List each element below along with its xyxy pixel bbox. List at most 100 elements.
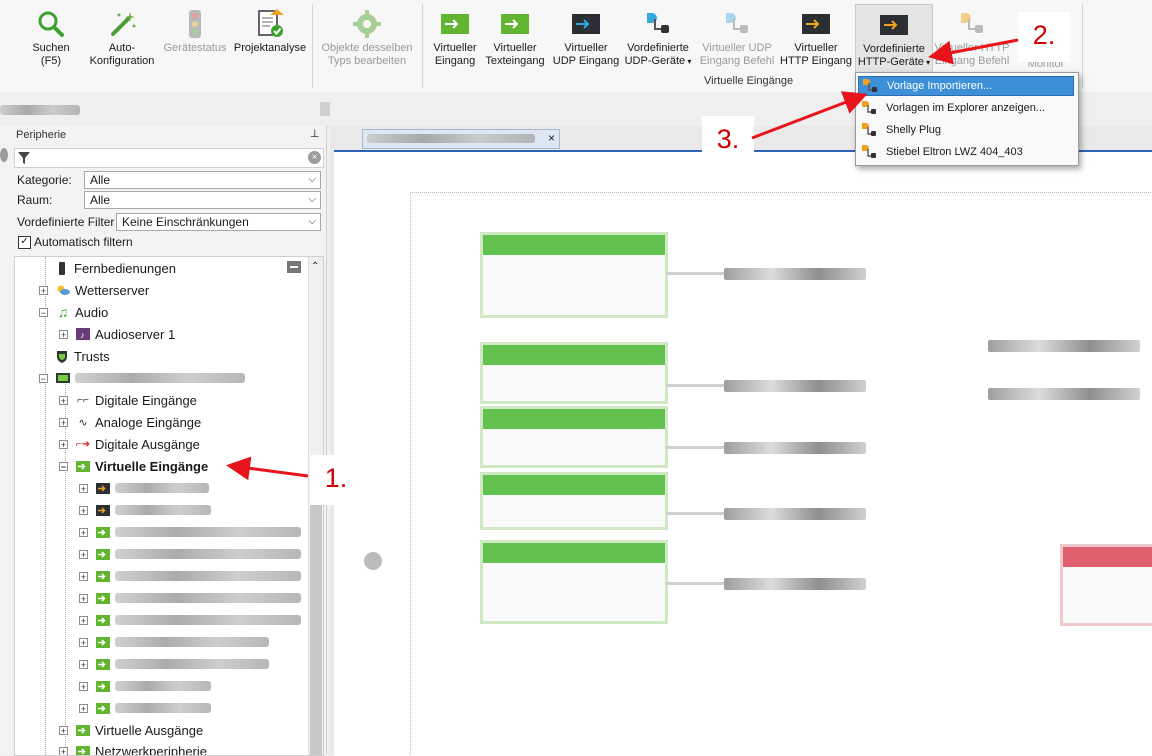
pin-icon[interactable]: ⊥ [310,127,320,140]
expand-icon[interactable]: + [79,572,88,581]
virtual-output-icon [76,724,90,736]
tree-item-digital-inputs[interactable]: + ⌐⌐ Digitale Eingänge [59,389,197,411]
tree-item-virtual-input-child[interactable]: + [79,587,301,609]
expand-icon[interactable]: + [79,528,88,537]
logic-block[interactable] [480,540,668,624]
menu-item-stiebel-eltron[interactable]: Stiebel Eltron LWZ 404_403 [858,142,1074,162]
clear-icon[interactable] [0,148,8,162]
udp-command-icon [722,11,752,37]
expand-icon[interactable]: + [79,704,88,713]
tree-item-virtual-input-child[interactable]: + [79,675,211,697]
blurred-tab-title [367,134,535,143]
remote-icon [55,262,69,274]
blurred-output-label [724,578,866,590]
canvas-handle[interactable] [364,552,382,570]
virtual-text-input-button[interactable]: Virtueller Texteingang [482,6,548,68]
expand-icon[interactable]: + [79,660,88,669]
virtual-input-button[interactable]: Virtueller Eingang [427,6,483,68]
expand-icon[interactable]: + [79,550,88,559]
expand-icon[interactable]: + [59,330,68,339]
virtual-input-icon [96,614,110,626]
auto-filter-checkbox[interactable]: ✓ [18,236,31,249]
tree-item-wetterserver[interactable]: + Wetterserver [39,279,149,301]
expand-icon[interactable]: + [59,418,68,427]
expand-icon[interactable]: + [59,726,68,735]
tree-scrollbar[interactable]: ⌃ [308,257,323,755]
tree-item-digital-outputs[interactable]: + ⌐➔ Digitale Ausgänge [59,433,200,455]
predefined-http-devices-button[interactable]: Vordefinierte HTTP-Geräte ▾ [855,4,933,74]
predefined-udp-devices-button[interactable]: Vordefinierte UDP-Geräte ▾ [622,6,694,68]
tree-item-virtual-inputs[interactable]: − Virtuelle Eingänge [59,455,208,477]
tree-item-virtual-input-child[interactable]: + [79,477,209,499]
http-input-icon [801,13,831,35]
collapse-icon[interactable]: − [39,374,48,383]
expand-icon[interactable]: + [59,440,68,449]
tree-item-virtual-input-child[interactable]: + [79,631,269,653]
logic-block-red[interactable] [1060,544,1152,626]
panel-title: Peripherie [16,129,66,141]
filter-input[interactable]: × [14,148,324,168]
tree-item-virtual-input-child[interactable]: + [79,565,301,587]
collapse-icon[interactable]: − [39,308,48,317]
search-icon [37,10,65,38]
tree-item-trusts[interactable]: Trusts [55,345,110,367]
logic-block[interactable] [480,342,668,404]
expand-icon[interactable]: + [59,396,68,405]
raum-select[interactable]: Alle⌵ [84,191,321,209]
logic-block[interactable] [480,472,668,530]
tree-item-audioserver[interactable]: + ♪ Audioserver 1 [59,323,175,345]
tree-item-virtual-input-child[interactable]: + [79,543,301,565]
tree-item-virtual-input-child[interactable]: + [79,521,301,543]
logic-block[interactable] [480,232,668,318]
document-tab[interactable]: × [362,129,560,149]
expand-icon[interactable]: + [79,682,88,691]
template-icon [863,79,877,93]
menu-item-shelly-plug[interactable]: Shelly Plug [858,120,1074,140]
tree-item-fernbedienungen[interactable]: Fernbedienungen [55,257,176,279]
virtual-udp-command-button[interactable]: Virtueller UDP Eingang Befehl [697,6,777,68]
device-status-button[interactable]: Gerätestatus [160,6,230,55]
expand-icon[interactable]: + [79,484,88,493]
kategorie-select[interactable]: Alle⌵ [84,171,321,189]
scrollbar-thumb[interactable] [310,481,322,755]
clear-filter-icon[interactable]: × [308,151,321,164]
tree-item-virtual-input-child[interactable]: + [79,653,269,675]
expand-icon[interactable]: + [59,747,68,756]
http-input-icon [96,482,110,494]
expand-icon[interactable]: + [79,616,88,625]
collapse-icon[interactable]: − [59,462,68,471]
project-analysis-label: Projektanalyse [230,42,310,55]
auto-configuration-button[interactable]: Auto- Konfiguration [82,6,162,68]
tree-item-virtual-outputs[interactable]: + Virtuelle Ausgänge [59,719,203,741]
close-tab-icon[interactable]: × [548,131,555,145]
scroll-up-icon[interactable]: ⌃ [311,261,319,272]
digital-input-icon: ⌐⌐ [76,394,90,406]
virtual-udp-input-button[interactable]: Virtueller UDP Eingang [550,6,622,68]
tree-item-virtual-input-child[interactable]: + [79,609,301,631]
search-button[interactable]: Suchen (F5) [24,6,78,68]
expand-icon[interactable]: + [39,286,48,295]
project-analysis-button[interactable]: Projektanalyse [230,6,310,55]
virtual-input-icon [96,636,110,648]
menu-item-import-template[interactable]: Vorlage Importieren... [858,76,1074,96]
ribbon-separator [1082,4,1083,88]
tree-item-virtual-input-child[interactable]: + [79,499,211,521]
collapse-all-icon[interactable] [287,261,301,273]
tree-item-analog-inputs[interactable]: + ∿ Analoge Eingänge [59,411,201,433]
logic-block[interactable] [480,406,668,468]
tree-item-virtual-input-child[interactable]: + [79,697,211,719]
blurred-item-name [115,703,211,713]
predefined-filter-select[interactable]: Keine Einschränkungen⌵ [116,213,321,231]
expand-icon[interactable]: + [79,506,88,515]
magic-wand-icon [108,10,136,38]
virtual-http-command-button[interactable]: Virtueller HTTP Eingang Befehl [932,6,1012,68]
edit-same-type-button[interactable]: Objekte desselben Typs bearbeiten [316,6,418,68]
tree-item-miniserver[interactable]: − [39,367,245,389]
expand-icon[interactable]: + [79,594,88,603]
ribbon-separator [312,4,313,88]
expand-icon[interactable]: + [79,638,88,647]
menu-item-show-in-explorer[interactable]: Vorlagen im Explorer anzeigen... [858,98,1074,118]
tree-item-audio[interactable]: − ♫ Audio [39,301,108,323]
analog-input-icon: ∿ [76,416,90,428]
virtual-http-input-button[interactable]: Virtueller HTTP Eingang [778,6,854,68]
